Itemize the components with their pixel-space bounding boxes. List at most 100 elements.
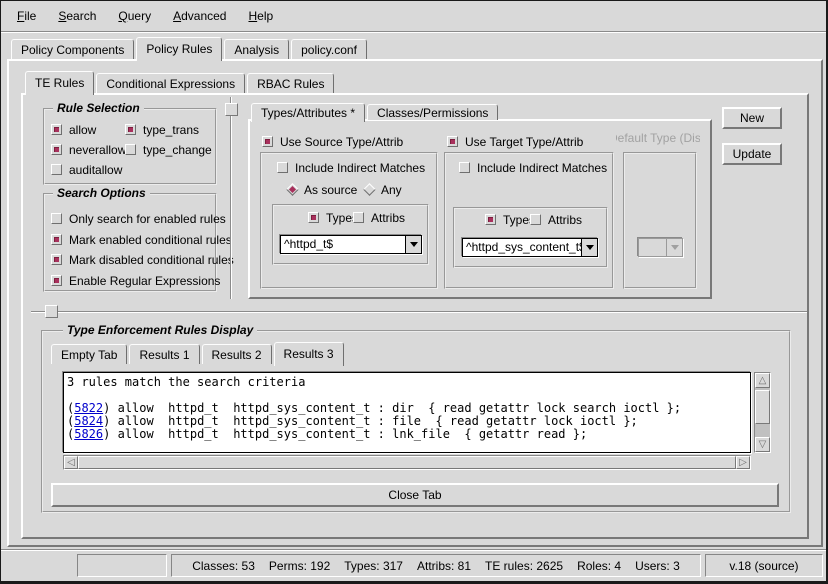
tab-analysis[interactable]: Analysis bbox=[224, 39, 289, 59]
rule-selection-title: Rule Selection bbox=[53, 101, 144, 115]
checkbox-indicator bbox=[262, 136, 273, 147]
checkbox-indicator bbox=[51, 254, 62, 265]
results-tab-bar: Empty Tab Results 1 Results 2 Results 3 bbox=[51, 340, 346, 364]
source-type-combobox[interactable]: ^httpd_t$ bbox=[280, 235, 422, 254]
status-empty-panel bbox=[77, 554, 167, 577]
menu-help[interactable]: Help bbox=[244, 7, 277, 25]
checkbox-indicator bbox=[51, 234, 62, 245]
results-text-area[interactable]: 3 rules match the search criteria (5822)… bbox=[63, 372, 751, 453]
checkbox-source-indirect[interactable]: Include Indirect Matches bbox=[277, 161, 425, 174]
apol-window: File Search Query Advanced Help Policy C… bbox=[0, 0, 828, 584]
tab-empty[interactable]: Empty Tab bbox=[51, 344, 127, 364]
status-bar: Classes: 53 Perms: 192 Types: 317 Attrib… bbox=[1, 551, 826, 581]
default-type-group bbox=[623, 152, 697, 289]
checkbox-type-change[interactable]: type_change bbox=[125, 143, 212, 156]
checkbox-type-trans[interactable]: type_trans bbox=[125, 123, 199, 136]
scroll-up-icon[interactable]: △ bbox=[755, 373, 770, 388]
checkbox-neverallow[interactable]: neverallow bbox=[51, 143, 126, 156]
checkbox-use-target[interactable]: Use Target Type/Attrib bbox=[447, 135, 583, 148]
tab-policy-conf[interactable]: policy.conf bbox=[291, 39, 367, 59]
main-tab-bar: Policy Components Policy Rules Analysis … bbox=[11, 37, 369, 59]
checkbox-use-source[interactable]: Use Source Type/Attrib bbox=[262, 135, 403, 148]
checkbox-source-types[interactable]: Types bbox=[308, 211, 358, 224]
target-type-value: ^httpd_sys_content_t$ bbox=[463, 239, 581, 256]
default-type-combobox bbox=[638, 238, 683, 257]
scroll-right-icon[interactable]: ▷ bbox=[736, 456, 750, 469]
checkbox-indicator bbox=[308, 212, 319, 223]
status-version-panel: v.18 (source) bbox=[705, 554, 823, 577]
rule-link[interactable]: 5822 bbox=[74, 401, 103, 415]
stat-attribs: Attribs: 81 bbox=[417, 559, 471, 573]
tab-classes-permissions[interactable]: Classes/Permissions bbox=[367, 104, 498, 120]
checkbox-mark-enabled[interactable]: Mark enabled conditional rules bbox=[51, 233, 232, 246]
dropdown-arrow-icon[interactable] bbox=[405, 236, 421, 253]
tab-rbac-rules[interactable]: RBAC Rules bbox=[247, 73, 334, 93]
checkbox-indicator bbox=[485, 214, 496, 225]
horizontal-sash-handle[interactable] bbox=[45, 305, 58, 318]
horizontal-sash[interactable] bbox=[31, 311, 807, 313]
menu-search[interactable]: Search bbox=[54, 7, 100, 25]
checkbox-indicator bbox=[51, 164, 62, 175]
checkbox-indicator bbox=[530, 214, 541, 225]
radio-as-source[interactable]: As source bbox=[288, 183, 357, 196]
rule-link[interactable]: 5824 bbox=[74, 414, 103, 428]
radio-indicator bbox=[363, 183, 376, 196]
checkbox-indicator bbox=[447, 136, 458, 147]
horizontal-scrollbar[interactable]: ◁ ▷ bbox=[63, 455, 751, 470]
version-label: v.18 (source) bbox=[729, 559, 798, 573]
checkbox-indicator bbox=[277, 162, 288, 173]
default-type-value bbox=[639, 239, 666, 256]
checkbox-source-attribs[interactable]: Attribs bbox=[353, 211, 405, 224]
vertical-scrollbar[interactable]: △ ▽ bbox=[754, 372, 771, 453]
vertical-sash-handle[interactable] bbox=[225, 103, 238, 116]
checkbox-target-types[interactable]: Types bbox=[485, 213, 535, 226]
checkbox-mark-disabled[interactable]: Mark disabled conditional rules bbox=[51, 253, 234, 266]
tab-policy-rules[interactable]: Policy Rules bbox=[136, 37, 222, 61]
menu-separator bbox=[1, 31, 826, 33]
checkbox-target-indirect[interactable]: Include Indirect Matches bbox=[459, 161, 607, 174]
radio-any[interactable]: Any bbox=[365, 183, 402, 196]
menu-advanced[interactable]: Advanced bbox=[169, 7, 230, 25]
default-type-label-clip: Default Type (Disa bbox=[616, 131, 700, 145]
search-options-title: Search Options bbox=[53, 186, 150, 200]
default-type-label: Default Type (Disa bbox=[616, 131, 700, 145]
source-type-value: ^httpd_t$ bbox=[281, 236, 405, 253]
checkbox-only-enabled[interactable]: Only search for enabled rules bbox=[51, 212, 226, 225]
results-title: Type Enforcement Rules Display bbox=[63, 323, 257, 337]
checkbox-target-attribs[interactable]: Attribs bbox=[530, 213, 582, 226]
tab-results-3[interactable]: Results 3 bbox=[274, 342, 344, 366]
dropdown-arrow-icon[interactable] bbox=[581, 239, 597, 256]
menu-query[interactable]: Query bbox=[114, 7, 155, 25]
tab-types-attributes[interactable]: Types/Attributes * bbox=[251, 103, 365, 122]
new-button[interactable]: New bbox=[722, 107, 782, 129]
tab-policy-components[interactable]: Policy Components bbox=[11, 39, 134, 59]
scroll-down-icon[interactable]: ▽ bbox=[755, 437, 770, 452]
tab-conditional-expressions[interactable]: Conditional Expressions bbox=[96, 73, 245, 93]
close-tab-button[interactable]: Close Tab bbox=[51, 483, 779, 507]
checkbox-indicator bbox=[51, 144, 62, 155]
horizontal-scroll-thumb[interactable] bbox=[78, 456, 736, 469]
stat-users: Users: 3 bbox=[635, 559, 680, 573]
checkbox-indicator bbox=[125, 124, 136, 135]
tab-results-1[interactable]: Results 1 bbox=[129, 344, 199, 364]
rule-line: (5826) allow httpd_t httpd_sys_content_t… bbox=[67, 428, 747, 441]
update-button[interactable]: Update bbox=[722, 143, 782, 165]
menu-bar: File Search Query Advanced Help bbox=[1, 1, 826, 31]
rule-link[interactable]: 5826 bbox=[74, 427, 103, 441]
stat-te-rules: TE rules: 2625 bbox=[485, 559, 563, 573]
stat-perms: Perms: 192 bbox=[269, 559, 330, 573]
vertical-sash[interactable] bbox=[230, 97, 232, 299]
stat-roles: Roles: 4 bbox=[577, 559, 621, 573]
tab-results-2[interactable]: Results 2 bbox=[202, 344, 272, 364]
checkbox-indicator bbox=[51, 275, 62, 286]
target-type-combobox[interactable]: ^httpd_sys_content_t$ bbox=[462, 238, 598, 257]
checkbox-allow[interactable]: allow bbox=[51, 123, 96, 136]
scroll-left-icon[interactable]: ◁ bbox=[64, 456, 78, 469]
menu-file[interactable]: File bbox=[13, 7, 40, 25]
vertical-scroll-thumb[interactable] bbox=[755, 390, 770, 424]
query-tab-bar: Types/Attributes * Classes/Permissions bbox=[251, 102, 500, 120]
tab-te-rules[interactable]: TE Rules bbox=[25, 71, 94, 95]
stat-classes: Classes: 53 bbox=[192, 559, 255, 573]
checkbox-regex[interactable]: Enable Regular Expressions bbox=[51, 274, 220, 287]
checkbox-auditallow[interactable]: auditallow bbox=[51, 163, 122, 176]
